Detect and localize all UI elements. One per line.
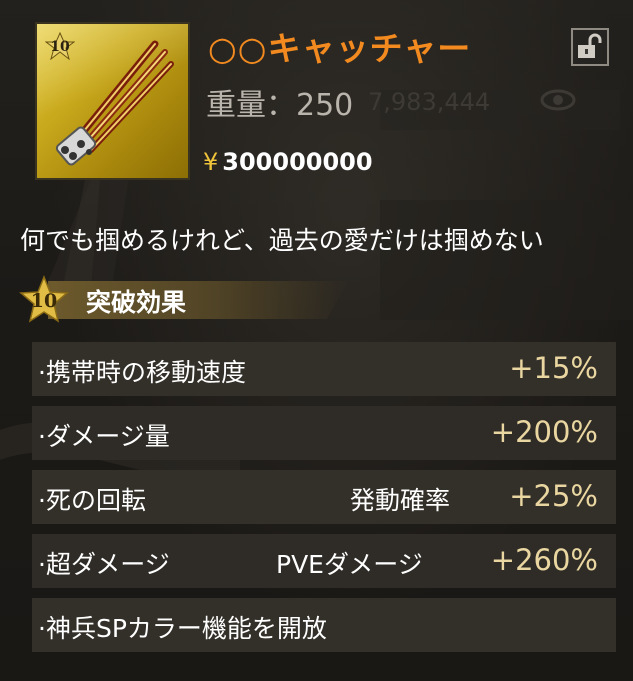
effect-row: ·死の回転 発動確率 +25% <box>32 470 616 524</box>
flavor-text: 何でも掴めるけれど、過去の愛だけは掴めない <box>20 226 544 255</box>
eye-icon <box>540 89 576 111</box>
effect-label: ·神兵SPカラー機能を開放 <box>38 614 327 643</box>
effect-row: ·神兵SPカラー機能を開放 <box>32 598 616 652</box>
item-level-badge: 10 <box>45 32 75 60</box>
effect-row: ·ダメージ量 +200% <box>32 406 616 460</box>
item-icon-frame[interactable]: 10 <box>35 22 190 180</box>
item-level-text: 10 <box>50 39 70 55</box>
lock-button[interactable] <box>571 28 609 66</box>
background-faded-row <box>86 183 376 201</box>
effect-label: ·携帯時の移動速度 <box>38 358 246 387</box>
background-number: 7,983,444 <box>368 88 491 116</box>
weight-value: 250 <box>296 88 354 123</box>
item-price: ¥300000000 <box>203 148 373 176</box>
effect-label: ·超ダメージ <box>38 550 170 579</box>
effect-list: ·携帯時の移動速度 +15% ·ダメージ量 +200% ·死の回転 発動確率 +… <box>32 342 616 662</box>
weight-label: 重量： <box>206 88 296 123</box>
effect-value: +15% <box>509 351 598 385</box>
effect-label: ·死の回転 <box>38 486 146 515</box>
effect-row: ·超ダメージ PVEダメージ +260% <box>32 534 616 588</box>
breakthrough-level: 10 <box>30 290 58 312</box>
item-weight: 重量：250 <box>206 80 353 124</box>
item-detail-panel: 10 ○○キャッチャー 重量：250 7,983,444 ¥300000000 … <box>0 0 633 681</box>
effect-row: ·携帯時の移動速度 +15% <box>32 342 616 396</box>
breakthrough-header: 10 突破効果 <box>18 275 348 323</box>
breakthrough-title: 突破効果 <box>86 288 187 317</box>
unlocked-padlock-icon <box>578 33 602 58</box>
yen-symbol: ¥ <box>203 148 219 176</box>
item-name: ○○キャッチャー <box>208 29 472 68</box>
effect-value: +200% <box>490 415 598 449</box>
effect-value: +25% <box>509 479 598 513</box>
effect-condition: PVEダメージ <box>276 550 423 579</box>
effect-value: +260% <box>490 543 598 577</box>
effect-condition: 発動確率 <box>350 486 451 515</box>
effect-label: ·ダメージ量 <box>38 422 170 451</box>
price-value: 300000000 <box>222 148 373 176</box>
